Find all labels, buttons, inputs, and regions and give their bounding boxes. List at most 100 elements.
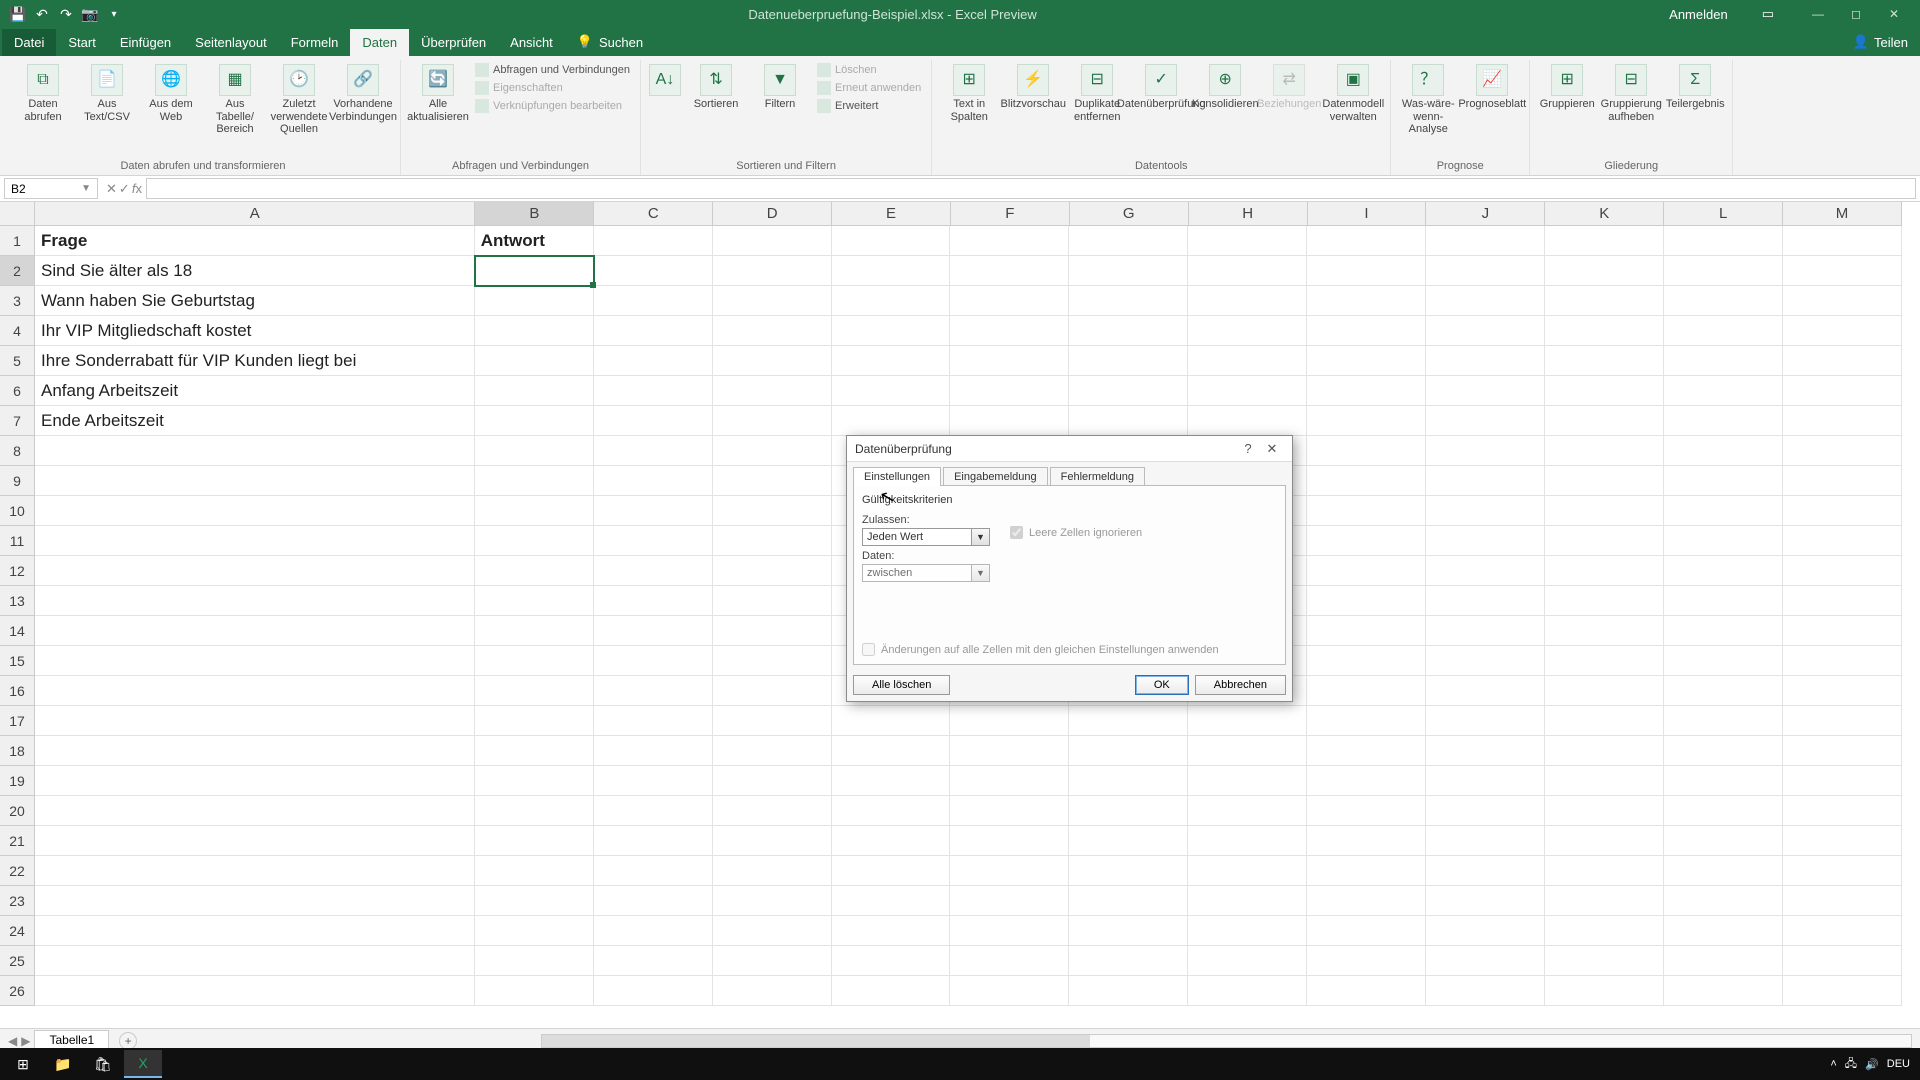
row-header[interactable]: 23: [0, 886, 35, 916]
cell[interactable]: [475, 826, 594, 856]
cell[interactable]: [950, 226, 1069, 256]
cell[interactable]: [1188, 286, 1307, 316]
cell[interactable]: [713, 976, 832, 1006]
formula-input[interactable]: [146, 178, 1916, 199]
start-button[interactable]: ⊞: [4, 1050, 42, 1078]
cell[interactable]: [713, 466, 832, 496]
cell[interactable]: [475, 316, 594, 346]
share-button[interactable]: 👤 Teilen: [1841, 28, 1920, 56]
cell[interactable]: [475, 586, 594, 616]
cell[interactable]: [1188, 766, 1307, 796]
store-icon[interactable]: 🛍: [84, 1050, 122, 1078]
cell[interactable]: [1426, 316, 1545, 346]
cell[interactable]: [832, 916, 951, 946]
cell[interactable]: [1545, 646, 1664, 676]
cell[interactable]: [594, 616, 713, 646]
sortieren-button[interactable]: ⇅Sortieren: [687, 62, 745, 111]
cell[interactable]: [1307, 646, 1426, 676]
cell[interactable]: [1783, 616, 1902, 646]
cell[interactable]: [1426, 586, 1545, 616]
cell[interactable]: [475, 976, 594, 1006]
cell[interactable]: [1545, 856, 1664, 886]
cell[interactable]: [1545, 556, 1664, 586]
cell[interactable]: [1783, 916, 1902, 946]
cell[interactable]: [594, 586, 713, 616]
cell[interactable]: [1664, 886, 1783, 916]
cell[interactable]: [1545, 376, 1664, 406]
cell[interactable]: [1545, 466, 1664, 496]
chevron-down-icon[interactable]: ▼: [972, 528, 990, 546]
cell[interactable]: [713, 496, 832, 526]
horizontal-scrollbar[interactable]: [541, 1034, 1912, 1048]
dialog-tab-fehlermeldung[interactable]: Fehlermeldung: [1050, 467, 1145, 486]
cell[interactable]: [1307, 316, 1426, 346]
column-header[interactable]: C: [594, 202, 713, 226]
cell[interactable]: [594, 796, 713, 826]
column-header[interactable]: B: [475, 202, 594, 226]
aus-web-button[interactable]: 🌐Aus dem Web: [142, 62, 200, 123]
cell[interactable]: [1545, 886, 1664, 916]
cell[interactable]: [1307, 436, 1426, 466]
cell[interactable]: [1783, 436, 1902, 466]
cell[interactable]: [1783, 766, 1902, 796]
cell[interactable]: [1783, 286, 1902, 316]
cell[interactable]: [1426, 946, 1545, 976]
row-header[interactable]: 11: [0, 526, 35, 556]
cell[interactable]: [1069, 766, 1188, 796]
cell[interactable]: [475, 916, 594, 946]
cell[interactable]: [1307, 826, 1426, 856]
cell[interactable]: [1545, 736, 1664, 766]
cell[interactable]: [594, 916, 713, 946]
cell[interactable]: [950, 376, 1069, 406]
cell[interactable]: [1664, 316, 1783, 346]
cell[interactable]: [1545, 346, 1664, 376]
row-header[interactable]: 24: [0, 916, 35, 946]
cell[interactable]: [713, 406, 832, 436]
cell[interactable]: [1307, 856, 1426, 886]
ribbon-display-icon[interactable]: ▭: [1754, 2, 1782, 26]
cell[interactable]: [1307, 616, 1426, 646]
cell[interactable]: [1188, 316, 1307, 346]
save-icon[interactable]: 💾: [8, 4, 28, 24]
minimize-icon[interactable]: —: [1800, 4, 1836, 24]
select-all-corner[interactable]: [0, 202, 35, 226]
cell[interactable]: [1069, 736, 1188, 766]
cell[interactable]: [832, 406, 951, 436]
cell[interactable]: [1664, 736, 1783, 766]
cell[interactable]: [713, 646, 832, 676]
column-header[interactable]: H: [1189, 202, 1308, 226]
cell[interactable]: [832, 316, 951, 346]
cell[interactable]: [1069, 706, 1188, 736]
cell[interactable]: [35, 976, 475, 1006]
cell[interactable]: Sind Sie älter als 18: [35, 256, 475, 286]
cell[interactable]: [713, 706, 832, 736]
cell[interactable]: Ihre Sonderrabatt für VIP Kunden liegt b…: [35, 346, 475, 376]
cell[interactable]: [35, 946, 475, 976]
cell[interactable]: [832, 256, 951, 286]
cell[interactable]: [475, 856, 594, 886]
cell[interactable]: [1783, 976, 1902, 1006]
cell[interactable]: Ende Arbeitszeit: [35, 406, 475, 436]
cell[interactable]: [1664, 376, 1783, 406]
cell[interactable]: [1188, 826, 1307, 856]
name-box[interactable]: B2 ▼: [4, 178, 98, 199]
cell[interactable]: [1664, 256, 1783, 286]
cell[interactable]: [713, 856, 832, 886]
cell[interactable]: [713, 376, 832, 406]
row-header[interactable]: 8: [0, 436, 35, 466]
cell[interactable]: [832, 346, 951, 376]
cell[interactable]: [1188, 916, 1307, 946]
cell[interactable]: [475, 466, 594, 496]
cell[interactable]: [594, 676, 713, 706]
cell[interactable]: [1545, 916, 1664, 946]
cell[interactable]: [475, 706, 594, 736]
column-header[interactable]: J: [1426, 202, 1545, 226]
cell[interactable]: Antwort: [475, 226, 594, 256]
cancel-formula-icon[interactable]: ✕: [106, 181, 117, 197]
cell[interactable]: [1783, 526, 1902, 556]
cell[interactable]: [1307, 346, 1426, 376]
cell[interactable]: [832, 946, 951, 976]
dialog-close-icon[interactable]: ✕: [1260, 441, 1284, 457]
undo-icon[interactable]: ↶: [32, 4, 52, 24]
cell[interactable]: [1664, 226, 1783, 256]
